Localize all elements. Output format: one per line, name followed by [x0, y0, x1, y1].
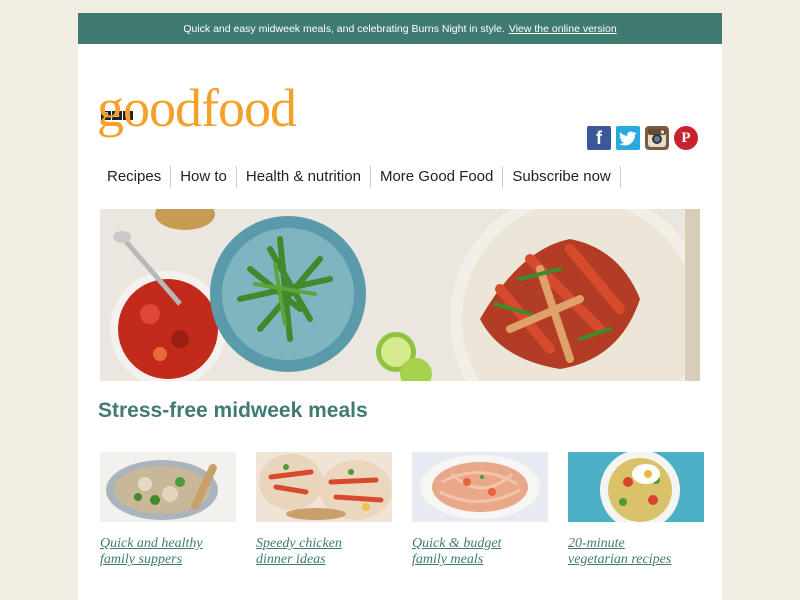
preheader-bar: Quick and easy midweek meals, and celebr…: [78, 13, 722, 44]
view-online-link[interactable]: View the online version: [509, 23, 617, 35]
goodfood-logo[interactable]: goodfood: [97, 81, 297, 135]
instagram-icon[interactable]: [645, 126, 669, 150]
recipe-card: Speedy chicken dinner ideas: [256, 452, 392, 568]
card-link-vegetarian-recipes[interactable]: 20-minute vegetarian recipes: [568, 536, 704, 568]
chicken-dinner-image[interactable]: [256, 452, 392, 522]
card-link-family-suppers[interactable]: Quick and healthy family suppers: [100, 536, 236, 568]
card-link-budget-meals[interactable]: Quick & budget family meals: [412, 536, 548, 568]
email-container: Quick and easy midweek meals, and celebr…: [78, 13, 722, 600]
recipe-cards: Quick and healthy family suppers Speedy c…: [100, 452, 704, 568]
budget-meals-image[interactable]: [412, 452, 548, 522]
card-link-chicken-dinner[interactable]: Speedy chicken dinner ideas: [256, 536, 392, 568]
preheader-text: Quick and easy midweek meals, and celebr…: [183, 22, 505, 35]
recipe-card: 20-minute vegetarian recipes: [568, 452, 704, 568]
twitter-icon[interactable]: [616, 126, 640, 150]
nav-subscribe[interactable]: Subscribe now: [503, 166, 621, 188]
facebook-icon[interactable]: f: [587, 126, 611, 150]
pinterest-icon[interactable]: P: [674, 126, 698, 150]
nav-how-to[interactable]: How to: [171, 166, 237, 188]
family-suppers-image[interactable]: [100, 452, 236, 522]
recipe-card: Quick & budget family meals: [412, 452, 548, 568]
social-links: f P: [587, 126, 698, 150]
nav-more-good-food[interactable]: More Good Food: [371, 166, 504, 188]
vegetarian-recipes-image[interactable]: [568, 452, 704, 522]
section-title: Stress-free midweek meals: [98, 399, 368, 422]
nav-health-nutrition[interactable]: Health & nutrition: [237, 166, 371, 188]
main-nav: Recipes How to Health & nutrition More G…: [100, 165, 621, 189]
hero-image[interactable]: [100, 209, 700, 381]
recipe-card: Quick and healthy family suppers: [100, 452, 236, 568]
nav-recipes[interactable]: Recipes: [100, 166, 172, 188]
